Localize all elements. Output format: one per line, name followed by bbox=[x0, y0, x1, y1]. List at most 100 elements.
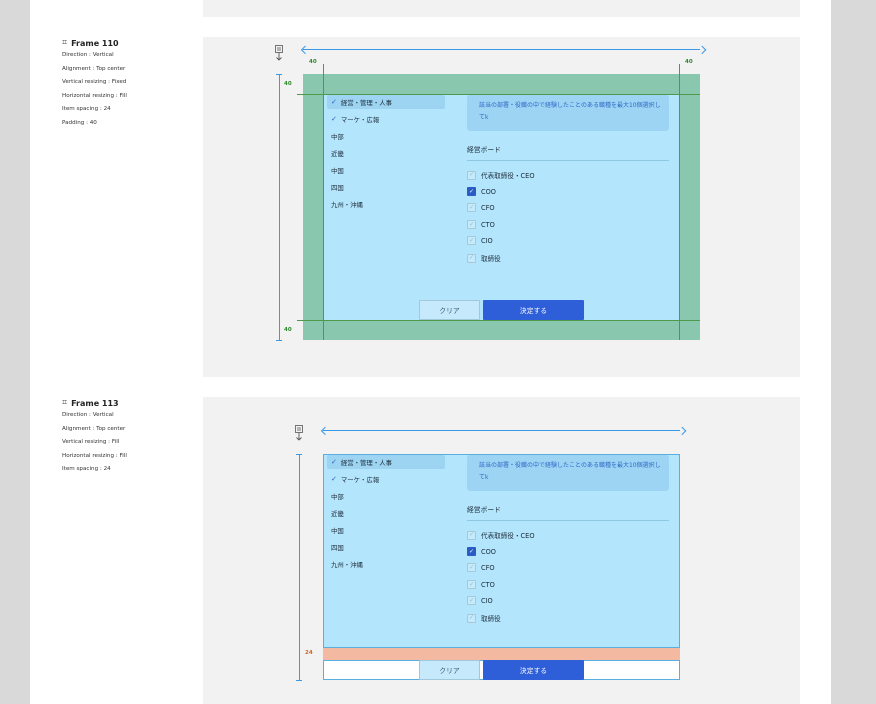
frame-113-ui: ✓ 経営・管理・人事 ✓ マーケ・広報 中部 近畿 中国 四国 九州・沖縄 該当… bbox=[323, 454, 680, 680]
height-tick-bottom bbox=[276, 340, 282, 341]
checkbox-icon: ✓ bbox=[467, 596, 476, 605]
list-item[interactable]: 四国 bbox=[331, 540, 344, 554]
list-item-label: 近畿 bbox=[331, 149, 344, 158]
option-checkbox[interactable]: ✓ 取締役 bbox=[467, 253, 501, 263]
prop-alignment: Alignment : Top center bbox=[62, 425, 126, 432]
padding-bottom bbox=[303, 320, 700, 340]
list-item[interactable]: 九州・沖縄 bbox=[331, 197, 363, 211]
frame-110-canvas[interactable]: ✓ 経営・管理・人事 ✓ マーケ・広報 中部 近畿 中国 四国 九州・沖縄 該当… bbox=[203, 37, 800, 377]
list-item[interactable]: 中国 bbox=[331, 163, 344, 177]
option-label: CTO bbox=[481, 580, 495, 589]
previous-frame-canvas bbox=[203, 0, 800, 17]
option-checkbox[interactable]: ✓ CIO bbox=[467, 596, 493, 605]
option-checkbox[interactable]: ✓ 代表取締役・CEO bbox=[467, 170, 535, 180]
option-checkbox[interactable]: ✓ COO bbox=[467, 547, 496, 556]
option-checkbox[interactable]: ✓ 代表取締役・CEO bbox=[467, 530, 535, 540]
frame-110-ui: ✓ 経営・管理・人事 ✓ マーケ・広報 中部 近畿 中国 四国 九州・沖縄 該当… bbox=[297, 64, 700, 340]
submit-button[interactable]: 決定する bbox=[483, 660, 584, 680]
info-message: 該当の部署・役職の中で経験したことのある職種を最大10個選択してk bbox=[467, 95, 669, 131]
list-item[interactable]: ✓ 経営・管理・人事 bbox=[327, 455, 445, 469]
option-checkbox[interactable]: ✓ CFO bbox=[467, 563, 495, 572]
list-item[interactable]: 中国 bbox=[331, 523, 344, 537]
checkmark-icon: ✓ bbox=[331, 98, 337, 106]
frame-title: ⌗ Frame 110 bbox=[62, 37, 127, 49]
list-item[interactable]: ✓ 経営・管理・人事 bbox=[327, 95, 445, 109]
checkmark-icon: ✓ bbox=[331, 115, 337, 123]
list-item-label: 中部 bbox=[331, 492, 344, 501]
list-item-label: 四国 bbox=[331, 543, 344, 552]
frame-hash-icon: ⌗ bbox=[62, 38, 68, 48]
list-item[interactable]: 近畿 bbox=[331, 506, 344, 520]
option-label: 取締役 bbox=[481, 255, 501, 263]
vertical-resize-icon bbox=[295, 425, 303, 441]
prop-item-spacing: Item spacing : 24 bbox=[62, 466, 111, 472]
option-label: COO bbox=[481, 547, 496, 556]
frame-title: ⌗ Frame 113 bbox=[62, 397, 127, 409]
list-item-label: 九州・沖縄 bbox=[331, 200, 363, 209]
option-label: CTO bbox=[481, 220, 495, 229]
checkbox-icon: ✓ bbox=[467, 203, 476, 212]
prop-direction: Direction : Vertical bbox=[62, 412, 114, 418]
frame-title-text: Frame 110 bbox=[71, 38, 119, 48]
padding-right-label: 40 bbox=[685, 59, 693, 65]
prop-item-spacing: Item spacing : 24 bbox=[62, 106, 111, 112]
frame-113-meta: ⌗ Frame 113 Direction : Vertical Alignme… bbox=[62, 397, 127, 477]
checkbox-checked-icon: ✓ bbox=[467, 547, 476, 556]
list-item-label: マーケ・広報 bbox=[340, 475, 380, 484]
checkbox-icon: ✓ bbox=[467, 530, 476, 540]
list-item-label: 中部 bbox=[331, 132, 344, 141]
list-item[interactable]: ✓ マーケ・広報 bbox=[327, 112, 445, 126]
item-spacing-overlay bbox=[323, 648, 680, 660]
padding-bottom-label: 40 bbox=[284, 327, 292, 333]
submit-button[interactable]: 決定する bbox=[483, 300, 584, 320]
padding-right bbox=[680, 94, 700, 320]
option-label: 取締役 bbox=[481, 615, 501, 623]
list-item-label: 中国 bbox=[331, 166, 344, 175]
padding-left-label: 40 bbox=[309, 59, 317, 65]
frame-110-meta: ⌗ Frame 110 Direction : Vertical Alignme… bbox=[62, 37, 127, 130]
option-checkbox[interactable]: ✓ CTO bbox=[467, 220, 495, 229]
list-item[interactable]: 近畿 bbox=[331, 146, 344, 160]
prop-horizontal-resizing: Horizontal resizing : Fill bbox=[62, 452, 127, 459]
guide-right bbox=[679, 64, 680, 340]
checkbox-checked-icon: ✓ bbox=[467, 187, 476, 196]
option-checkbox[interactable]: ✓ CFO bbox=[467, 203, 495, 212]
list-item-label: 経営・管理・人事 bbox=[340, 458, 392, 467]
checkbox-icon: ✓ bbox=[467, 563, 476, 572]
padding-left bbox=[303, 94, 323, 320]
option-label: COO bbox=[481, 187, 496, 196]
guide-left bbox=[323, 64, 324, 340]
frame-113-canvas[interactable]: ✓ 経営・管理・人事 ✓ マーケ・広報 中部 近畿 中国 四国 九州・沖縄 該当… bbox=[203, 397, 800, 704]
width-arrow bbox=[323, 430, 680, 431]
list-item[interactable]: 四国 bbox=[331, 180, 344, 194]
height-arrow bbox=[299, 454, 300, 680]
checkbox-icon: ✓ bbox=[467, 613, 476, 623]
list-item[interactable]: 中部 bbox=[331, 489, 344, 503]
option-checkbox[interactable]: ✓ COO bbox=[467, 187, 496, 196]
list-item-label: 経営・管理・人事 bbox=[340, 98, 392, 107]
list-item[interactable]: 九州・沖縄 bbox=[331, 557, 363, 571]
padding-top-label: 40 bbox=[284, 81, 292, 87]
list-item[interactable]: 中部 bbox=[331, 129, 344, 143]
checkbox-icon: ✓ bbox=[467, 236, 476, 245]
vertical-resize-icon bbox=[275, 45, 283, 61]
height-tick-bottom bbox=[296, 680, 302, 681]
option-label: CFO bbox=[481, 203, 495, 212]
info-message: 該当の部署・役職の中で経験したことのある職種を最大10個選択してk bbox=[467, 455, 669, 491]
list-item[interactable]: ✓ マーケ・広報 bbox=[327, 472, 445, 486]
prop-alignment: Alignment : Top center bbox=[62, 65, 126, 72]
checkmark-icon: ✓ bbox=[331, 458, 337, 466]
prop-horizontal-resizing: Horizontal resizing : Fill bbox=[62, 92, 127, 99]
checkbox-icon: ✓ bbox=[467, 580, 476, 589]
prop-vertical-resizing: Vertical resizing : Fixed bbox=[62, 79, 127, 85]
prop-vertical-resizing: Vertical resizing : Fill bbox=[62, 439, 120, 445]
clear-button[interactable]: クリア bbox=[419, 660, 480, 680]
option-checkbox[interactable]: ✓ CTO bbox=[467, 580, 495, 589]
padding-top bbox=[303, 74, 700, 94]
item-spacing-label: 24 bbox=[305, 650, 313, 656]
clear-button[interactable]: クリア bbox=[419, 300, 480, 320]
option-label: 代表取締役・CEO bbox=[481, 532, 535, 540]
option-checkbox[interactable]: ✓ 取締役 bbox=[467, 613, 501, 623]
option-checkbox[interactable]: ✓ CIO bbox=[467, 236, 493, 245]
prop-direction: Direction : Vertical bbox=[62, 52, 114, 58]
